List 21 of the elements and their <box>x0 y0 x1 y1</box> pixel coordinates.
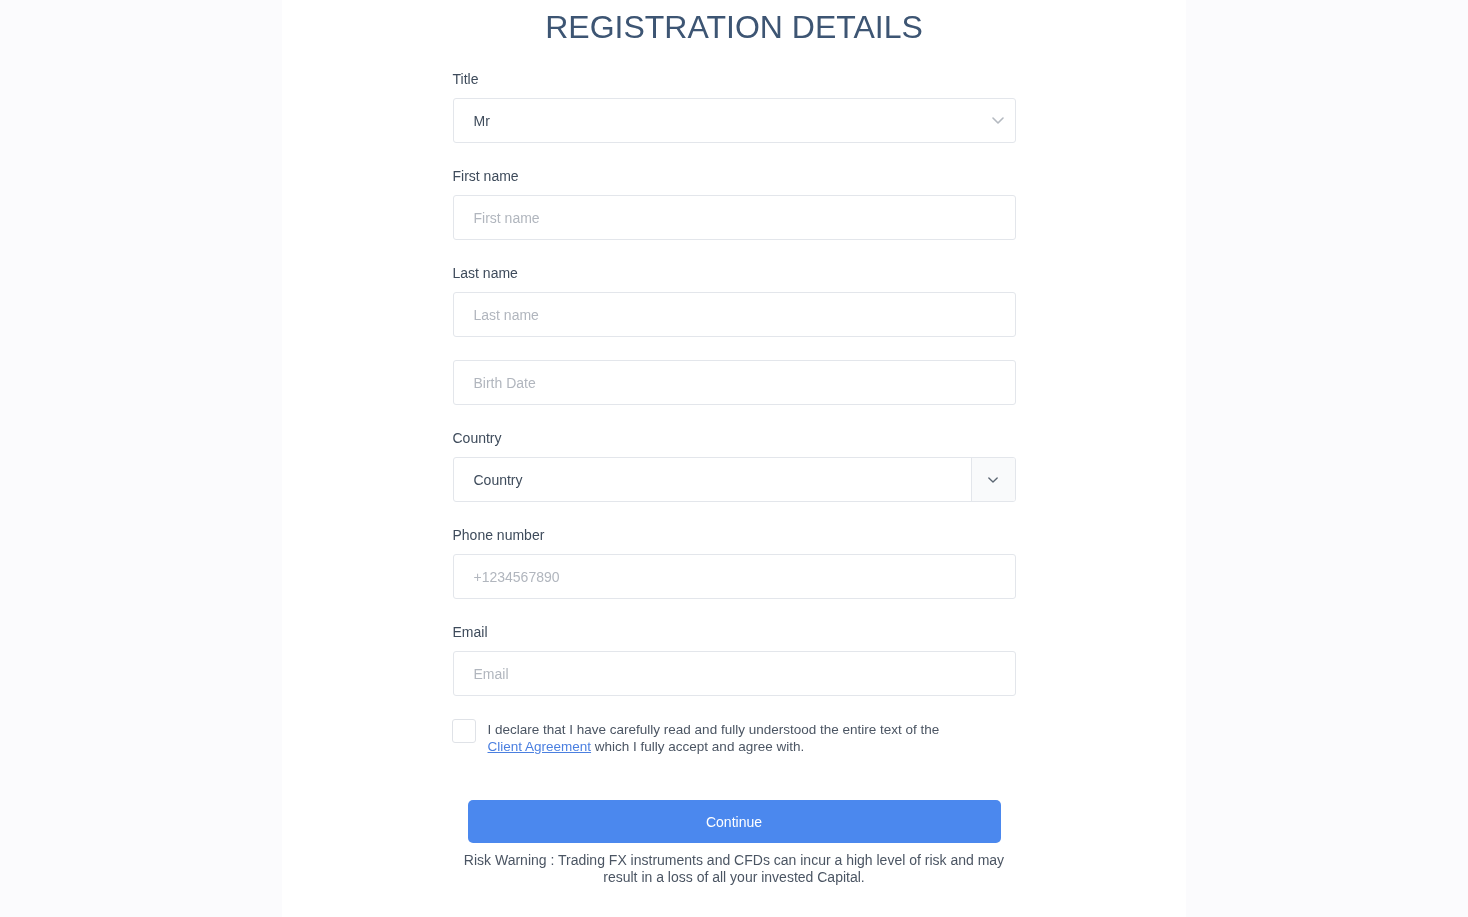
country-dropdown[interactable]: Country <box>452 457 1016 502</box>
input-field[interactable]: First name <box>452 195 1016 240</box>
checkbox[interactable] <box>451 719 476 743</box>
risk-warning: Risk Warning : Trading FX instruments and CFDs can incur a high level of risk and may result in a loss of all your invested Capital. <box>462 852 1006 886</box>
chevron-down-icon <box>988 476 998 483</box>
field-label: First name <box>452 167 520 186</box>
page-heading: REGISTRATION DETAILS <box>544 8 924 47</box>
field-label: Phone number <box>452 526 546 545</box>
agreement-text: I declare that I have carefully read and fully understood the entire text of the Client Agreement which I fully accept and agree with. <box>487 721 941 755</box>
input-field[interactable]: Email <box>452 651 1016 696</box>
client-agreement-link[interactable]: Client Agreement <box>487 739 592 754</box>
field-label: Title <box>452 70 480 89</box>
input-field[interactable]: +1234567890 <box>452 554 1016 599</box>
title-dropdown[interactable]: Mr <box>452 98 1016 143</box>
input-field[interactable]: Last name <box>452 292 1016 337</box>
field-label: Country <box>452 429 503 448</box>
field-label: Last name <box>452 264 519 283</box>
input-field[interactable]: Birth Date <box>452 360 1016 405</box>
chevron-down-icon <box>991 117 1004 124</box>
field-label: Email <box>452 623 489 642</box>
dropdown-toggle[interactable] <box>970 458 1015 501</box>
